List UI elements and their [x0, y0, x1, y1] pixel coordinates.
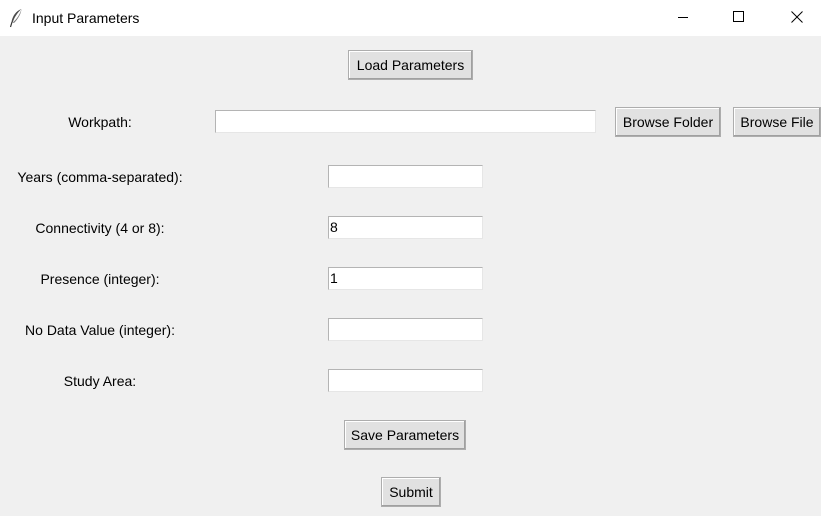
minimize-button[interactable]	[660, 0, 706, 34]
submit-button[interactable]: Submit	[381, 477, 441, 507]
browse-folder-button[interactable]: Browse Folder	[615, 107, 721, 137]
years-input[interactable]	[328, 165, 483, 188]
study-area-label: Study Area:	[63, 373, 137, 389]
load-parameters-button[interactable]: Load Parameters	[348, 50, 473, 80]
form-panel: Load Parameters Workpath: Browse Folder …	[0, 36, 821, 516]
title-bar: Input Parameters	[0, 0, 821, 36]
save-parameters-button[interactable]: Save Parameters	[344, 420, 466, 450]
browse-file-button[interactable]: Browse File	[733, 107, 821, 137]
workpath-label: Workpath:	[68, 114, 132, 130]
no-data-value-input[interactable]	[328, 318, 483, 341]
window-title: Input Parameters	[32, 10, 140, 26]
years-label: Years (comma-separated):	[17, 169, 183, 185]
study-area-input[interactable]	[328, 369, 483, 392]
workpath-input[interactable]	[215, 110, 596, 133]
maximize-button[interactable]	[716, 0, 762, 34]
close-button[interactable]	[774, 0, 820, 34]
connectivity-label: Connectivity (4 or 8):	[35, 220, 165, 236]
connectivity-input[interactable]: 8	[328, 216, 483, 239]
presence-label: Presence (integer):	[40, 271, 160, 287]
presence-input[interactable]: 1	[328, 267, 483, 290]
feather-icon	[9, 8, 23, 28]
no-data-value-label: No Data Value (integer):	[25, 322, 175, 338]
